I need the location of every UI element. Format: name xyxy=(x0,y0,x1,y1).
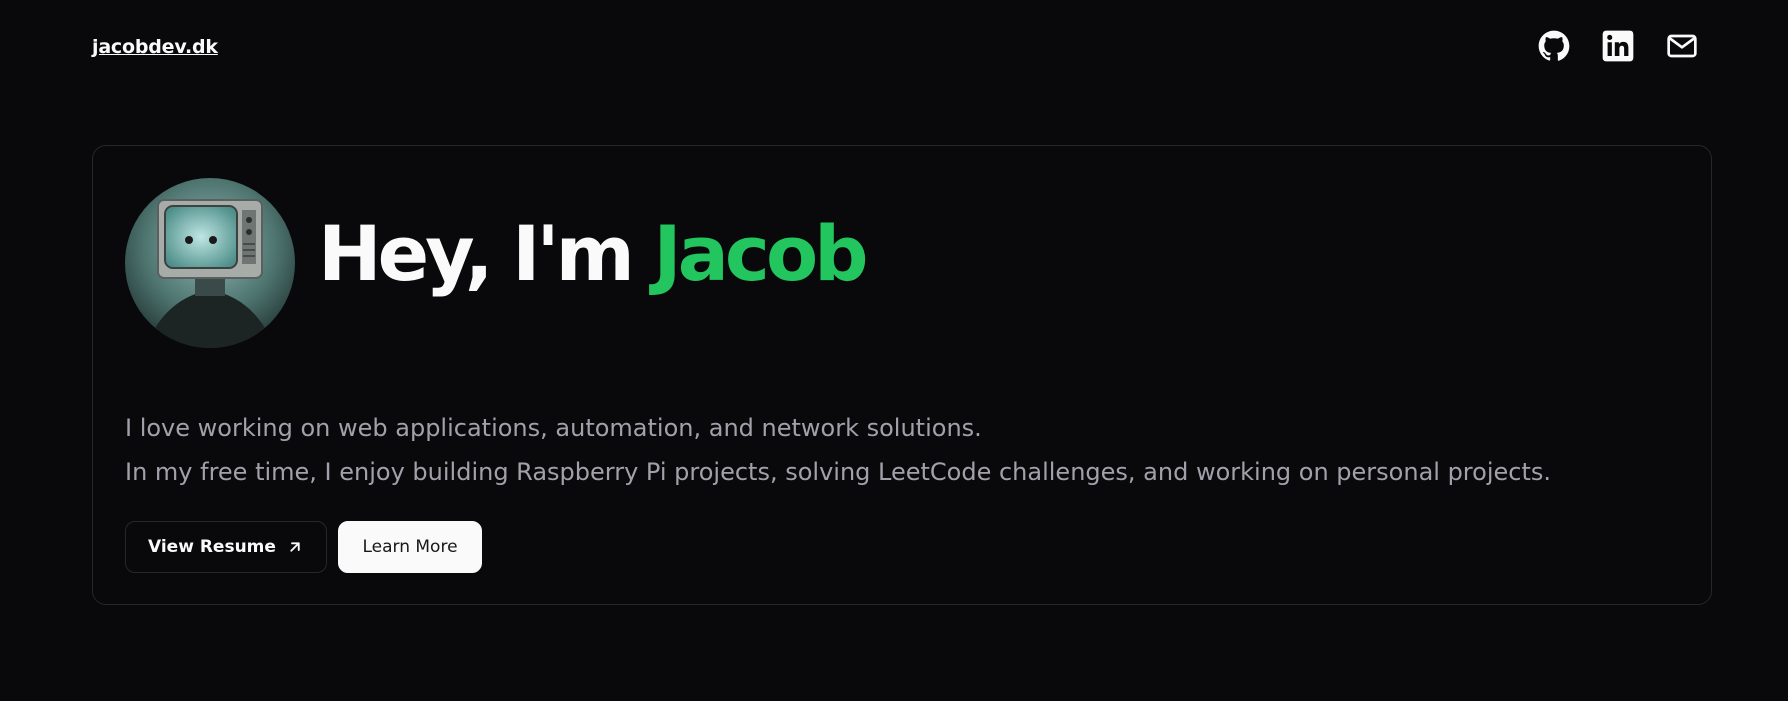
github-icon xyxy=(1538,30,1570,61)
intro-line-1: I love working on web applications, auto… xyxy=(125,414,982,442)
linkedin-link[interactable] xyxy=(1602,30,1634,62)
social-links xyxy=(1538,30,1698,62)
headline-greeting: Hey, I'm xyxy=(318,209,654,298)
view-resume-label: View Resume xyxy=(148,537,276,557)
hero-headline: Hey, I'm Jacob xyxy=(318,216,869,292)
learn-more-label: Learn More xyxy=(362,537,458,557)
view-resume-button[interactable]: View Resume xyxy=(125,521,327,573)
avatar xyxy=(125,178,295,348)
intro-text: I love working on web applications, auto… xyxy=(125,406,1551,494)
learn-more-button[interactable]: Learn More xyxy=(338,521,482,573)
avatar-image xyxy=(125,178,295,348)
site-home-link[interactable]: jacobdev.dk xyxy=(92,36,218,58)
site-header: jacobdev.dk xyxy=(0,0,1788,96)
intro-line-2: In my free time, I enjoy building Raspbe… xyxy=(125,458,1551,486)
arrow-up-right-icon xyxy=(290,542,300,552)
linkedin-icon xyxy=(1602,30,1634,62)
headline-name: Jacob xyxy=(653,209,868,298)
github-link[interactable] xyxy=(1538,30,1570,62)
mail-icon xyxy=(1667,34,1697,58)
email-link[interactable] xyxy=(1666,30,1698,62)
hero-actions: View Resume Learn More xyxy=(125,521,482,573)
hero-card: Hey, I'm Jacob I love working on web app… xyxy=(92,145,1712,605)
